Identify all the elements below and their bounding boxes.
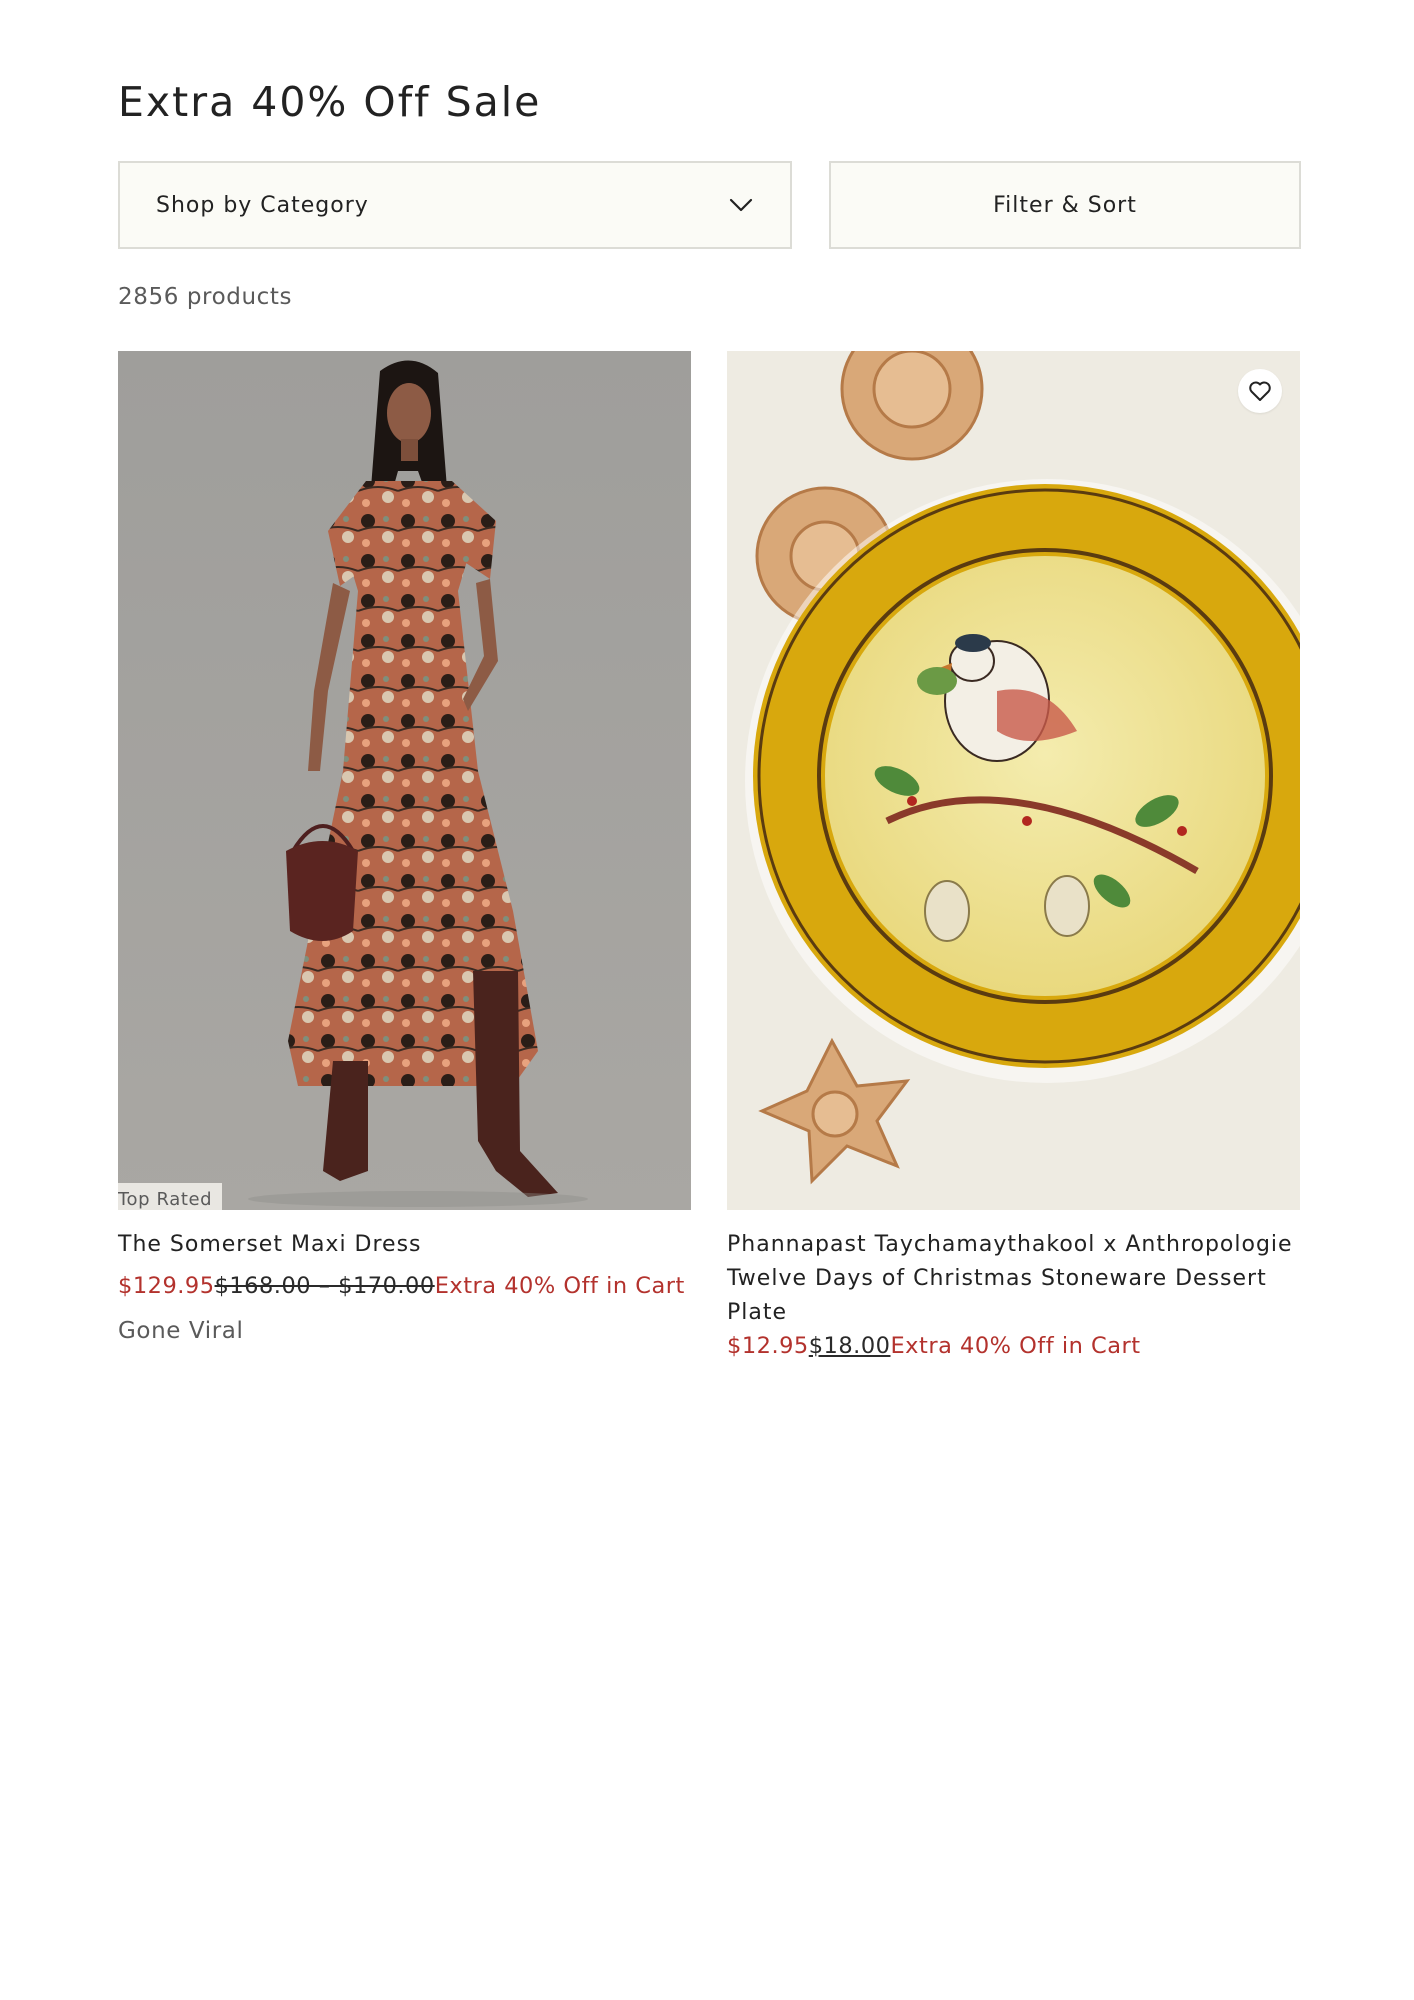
product-image-plate[interactable] (727, 351, 1300, 1210)
dress-photo (118, 351, 691, 1210)
sale-price: $129.95 (118, 1273, 215, 1299)
price-row: $12.95$18.00Extra 40% Off in Cart (727, 1330, 1300, 1362)
plate-photo (727, 351, 1300, 1210)
promo-text: Extra 40% Off in Cart (434, 1273, 685, 1299)
price-row: $129.95$168.00 – $170.00Extra 40% Off in… (118, 1270, 691, 1302)
filter-sort-button[interactable]: Filter & Sort (829, 161, 1301, 249)
filter-sort-label: Filter & Sort (993, 192, 1137, 218)
product-card: Top Rated The Somerset Maxi Dress $129.9… (118, 351, 691, 1344)
product-count: 2856 products (118, 284, 293, 310)
product-image-dress[interactable]: Top Rated (118, 351, 691, 1210)
product-tag: Gone Viral (118, 1318, 244, 1344)
original-price: $18.00 (808, 1333, 891, 1359)
heart-icon (1249, 381, 1271, 401)
wishlist-button[interactable] (1238, 369, 1282, 413)
original-price: $168.00 – $170.00 (214, 1273, 435, 1299)
sale-price: $12.95 (727, 1333, 809, 1359)
product-listing-page: Extra 40% Off Sale Shop by Category Filt… (0, 0, 1414, 2000)
chevron-down-icon (729, 198, 753, 212)
product-title[interactable]: Phannapast Taychamaythakool x Anthropolo… (727, 1228, 1300, 1330)
category-dropdown-label: Shop by Category (156, 192, 369, 218)
promo-text: Extra 40% Off in Cart (890, 1333, 1141, 1359)
product-title[interactable]: The Somerset Maxi Dress (118, 1228, 691, 1262)
product-card: Phannapast Taychamaythakool x Anthropolo… (727, 351, 1300, 1362)
shop-by-category-dropdown[interactable]: Shop by Category (118, 161, 792, 249)
page-title: Extra 40% Off Sale (118, 78, 542, 126)
top-rated-badge: Top Rated (118, 1183, 223, 1210)
